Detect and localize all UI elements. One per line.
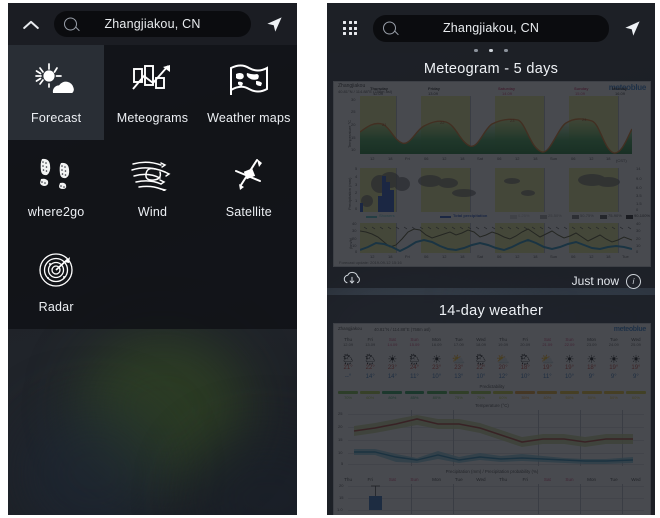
menu-item-label: Weather maps	[207, 110, 291, 125]
search-icon	[383, 21, 396, 35]
menu-item-weather-maps[interactable]: Weather maps	[201, 45, 297, 140]
menu-item-label: Meteograms	[116, 110, 189, 125]
world-map-flag-icon	[228, 60, 270, 102]
satellite-icon	[231, 154, 267, 196]
background-blob	[188, 433, 297, 515]
sun-cloud-icon	[34, 60, 78, 102]
fourteen-day-card-title: 14-day weather	[438, 303, 544, 319]
meteogram-card-title: Meteogram - 5 days	[423, 61, 559, 77]
menu-empty-cell	[201, 234, 297, 329]
menu-item-where2go[interactable]: where2go	[8, 140, 104, 235]
locate-button[interactable]	[609, 19, 655, 38]
left-phone-screen: Zhangjiakou, CN Forecast Meteograms Weat…	[8, 3, 297, 515]
chevron-up-icon	[23, 16, 40, 33]
search-input[interactable]: Zhangjiakou, CN	[54, 11, 251, 37]
grid-apps-icon	[342, 20, 358, 36]
menu-item-radar[interactable]: Radar	[8, 234, 104, 329]
menu-item-label: Wind	[137, 205, 168, 220]
locate-button[interactable]	[251, 15, 297, 34]
search-input[interactable]: Zhangjiakou, CN	[373, 14, 609, 42]
search-icon	[64, 17, 77, 31]
wind-swirl-icon	[131, 154, 173, 196]
page-dot[interactable]	[474, 48, 478, 52]
page-dot[interactable]	[504, 48, 508, 52]
navigation-arrow-icon	[624, 20, 640, 36]
info-icon[interactable]: i	[626, 273, 641, 289]
menu-item-satellite[interactable]: Satellite	[201, 140, 297, 235]
menu-item-meteograms[interactable]: Meteograms	[104, 45, 200, 140]
right-phone-screen: Zhangjiakou, CN Meteogram - 5 days Zhang…	[327, 3, 655, 515]
collapse-button[interactable]	[8, 16, 54, 33]
search-value: Zhangjiakou, CN	[104, 17, 201, 31]
cloud-download-button[interactable]	[341, 271, 363, 292]
footprints-icon	[37, 154, 75, 196]
menu-item-label: where2go	[27, 205, 85, 220]
update-status-text: Just now	[571, 274, 619, 288]
page-indicator-dots[interactable]	[327, 39, 655, 57]
left-top-bar: Zhangjiakou, CN	[8, 3, 297, 45]
search-value: Zhangjiakou, CN	[442, 21, 540, 35]
cloud-download-icon	[343, 271, 360, 284]
fourteen-day-card	[327, 295, 655, 515]
menu-item-label: Forecast	[31, 110, 82, 125]
radar-icon	[37, 249, 75, 291]
menu-empty-cell	[104, 234, 200, 329]
main-menu-grid: Forecast Meteograms Weather maps where2g…	[8, 45, 297, 329]
meteogram-card	[327, 53, 655, 288]
update-status-bar: Just now i	[327, 267, 655, 295]
menu-item-label: Satellite	[225, 205, 272, 220]
menu-item-label: Radar	[38, 300, 74, 315]
apps-button[interactable]	[327, 20, 373, 36]
menu-item-wind[interactable]: Wind	[104, 140, 200, 235]
background-blob	[78, 333, 248, 483]
menu-item-forecast[interactable]: Forecast	[8, 45, 105, 140]
background-blob	[18, 403, 168, 515]
bar-chart-icon	[132, 60, 172, 102]
navigation-arrow-icon	[266, 16, 282, 32]
page-dot-active[interactable]	[489, 48, 493, 52]
